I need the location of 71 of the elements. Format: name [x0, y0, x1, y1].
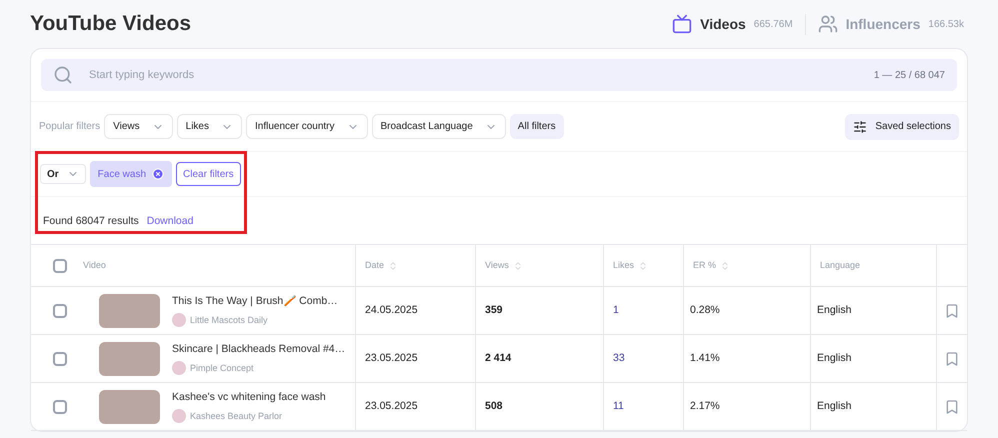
filters-label: Popular filters: [39, 120, 100, 134]
tab-count: 166.53k: [928, 18, 964, 32]
channel-name[interactable]: Pimple Concept: [190, 362, 254, 376]
avatar-placeholder: [172, 361, 186, 376]
er-cell-text: 2.17%: [690, 398, 720, 414]
video-title[interactable]: Kashee's vc whitening face wash: [172, 390, 326, 406]
filter-dropdown[interactable]: Likes: [176, 114, 242, 139]
thumbnail-placeholder[interactable]: [99, 390, 160, 424]
filter-tag[interactable]: Face wash: [90, 161, 172, 187]
language-cell-text: English: [817, 350, 852, 366]
column-header[interactable]: Date: [365, 258, 384, 272]
column-header: Language: [820, 258, 860, 272]
video-title[interactable]: Skincare | Blackheads Removal #4…: [172, 342, 346, 358]
video-title[interactable]: This Is The Way | Brush🪥 Comb…: [172, 294, 338, 310]
sliders-icon: [853, 120, 868, 134]
tab-count: 665.76M: [754, 18, 793, 32]
thumbnail-placeholder[interactable]: [99, 294, 160, 328]
row-checkbox[interactable]: [53, 304, 67, 318]
likes-cell-text: 1: [613, 302, 619, 318]
bookmark-icon[interactable]: [944, 398, 960, 414]
filter-dropdown[interactable]: Influencer country: [246, 114, 368, 139]
views-cell-text: 2 414: [485, 350, 512, 366]
page-title: YouTube Videos: [30, 11, 192, 38]
bookmark-icon[interactable]: [944, 302, 960, 318]
download-link[interactable]: Download: [146, 214, 194, 230]
date-cell-text: 23.05.2025: [365, 398, 418, 414]
select-all-checkbox[interactable]: [53, 258, 67, 272]
row-checkbox[interactable]: [53, 400, 67, 414]
search-input[interactable]: Start typing keywords: [89, 66, 874, 84]
all-filters-button[interactable]: All filters: [510, 114, 564, 139]
date-cell-text: 23.05.2025: [365, 350, 418, 366]
likes-cell-text: 33: [613, 350, 625, 366]
tv-icon: [672, 14, 692, 34]
sort-icon[interactable]: [388, 260, 398, 270]
channel-name[interactable]: Little Mascots Daily: [190, 314, 268, 328]
column-header[interactable]: Likes: [613, 258, 634, 272]
remove-icon[interactable]: [152, 168, 164, 180]
bookmark-icon[interactable]: [944, 350, 960, 366]
language-cell-text: English: [817, 398, 852, 414]
avatar-placeholder: [172, 409, 186, 424]
likes-cell-text: 11: [613, 398, 624, 414]
views-cell-text: 508: [485, 398, 503, 414]
saved-selections-button[interactable]: Saved selections: [845, 114, 959, 140]
thumbnail-placeholder[interactable]: [99, 342, 160, 376]
column-header[interactable]: Views: [485, 258, 509, 272]
er-cell-text: 1.41%: [690, 350, 720, 366]
sort-icon[interactable]: [720, 260, 730, 270]
date-cell-text: 24.05.2025: [365, 302, 418, 318]
row-checkbox[interactable]: [53, 352, 67, 366]
source-tab[interactable]: Influencers 166.53k: [804, 14, 976, 34]
filter-dropdown[interactable]: Broadcast Language: [372, 114, 506, 139]
operator-dropdown[interactable]: Or: [40, 164, 86, 184]
avatar-placeholder: [172, 313, 186, 328]
language-cell-text: English: [817, 302, 852, 318]
channel-name[interactable]: Kashees Beauty Parlor: [190, 410, 282, 424]
users-icon: [818, 14, 838, 34]
sort-icon[interactable]: [638, 260, 648, 270]
filter-dropdown[interactable]: Views: [104, 114, 173, 139]
views-cell-text: 359: [485, 302, 503, 318]
search-field[interactable]: Start typing keywords 1 — 25 / 68 047: [41, 59, 957, 91]
results-count: Found 68047 results: [43, 214, 139, 229]
source-tab[interactable]: Videos 665.76M: [660, 14, 805, 34]
search-icon: [53, 65, 73, 85]
sort-icon[interactable]: [512, 260, 523, 270]
column-header: Video: [83, 258, 106, 272]
result-range: 1 — 25 / 68 047: [874, 68, 945, 82]
er-cell-text: 0.28%: [690, 302, 720, 318]
tab-label: Influencers: [846, 14, 920, 34]
tab-label: Videos: [700, 14, 746, 34]
clear-filters-button[interactable]: Clear filters: [176, 162, 241, 186]
column-header[interactable]: ER %: [693, 258, 716, 272]
